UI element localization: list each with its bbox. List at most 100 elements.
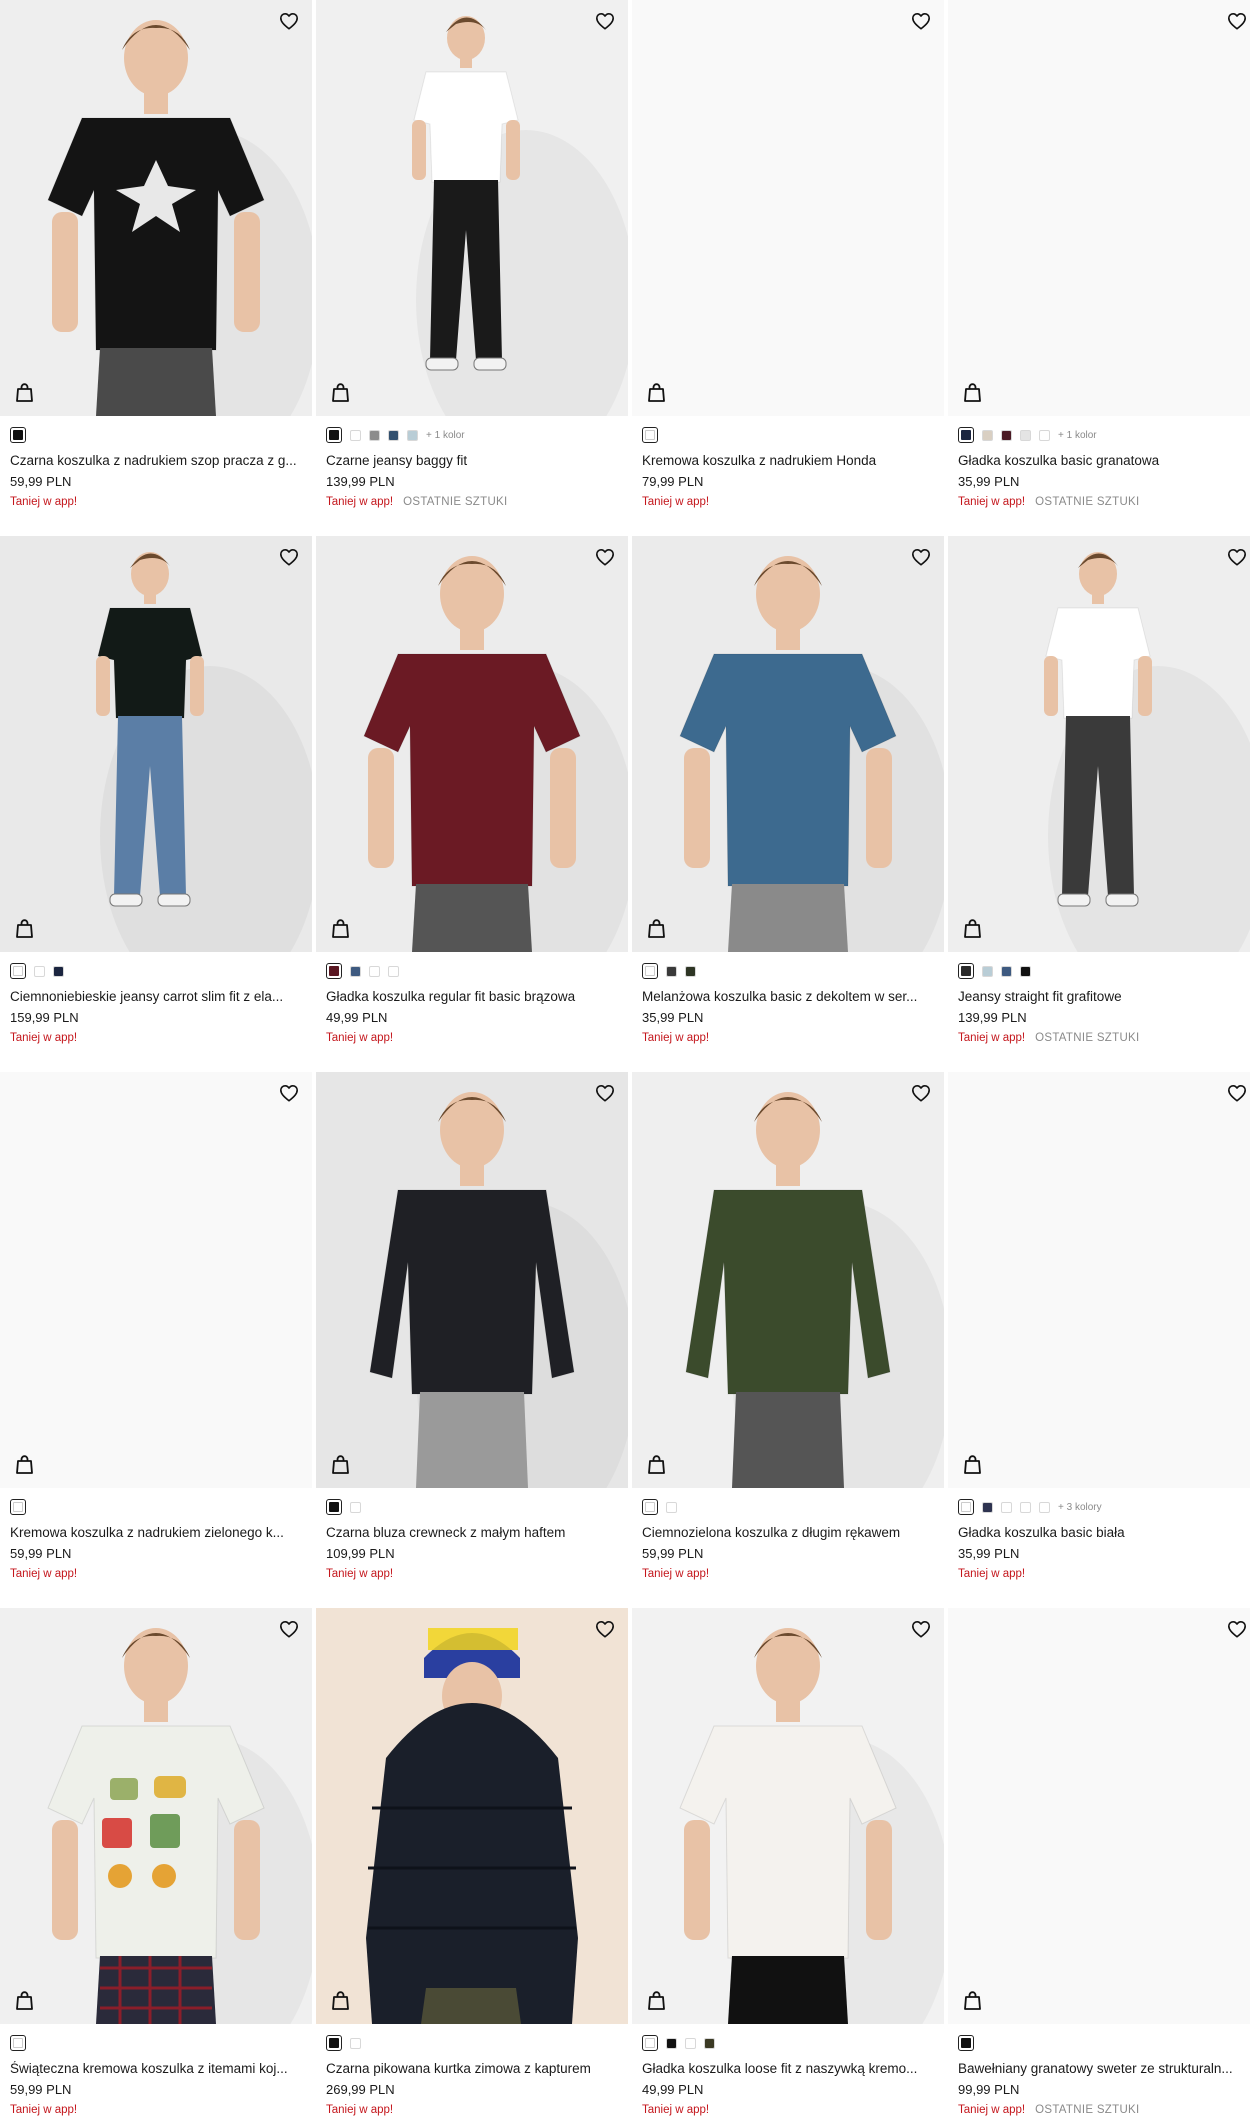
product-image[interactable] <box>316 0 628 416</box>
product-image[interactable] <box>0 536 312 952</box>
product-card[interactable]: Świąteczna kremowa koszulka z itemami ko… <box>0 1608 312 2128</box>
product-name[interactable]: Jeansy straight fit grafitowe <box>958 989 1250 1005</box>
color-swatch[interactable] <box>1039 1501 1050 1513</box>
heart-icon[interactable] <box>1226 1082 1248 1104</box>
color-swatch[interactable] <box>1020 965 1031 977</box>
shopping-bag-icon[interactable] <box>328 1988 352 2012</box>
heart-icon[interactable] <box>910 10 932 32</box>
product-card[interactable]: Ciemnoniebieskie jeansy carrot slim fit … <box>0 536 312 1072</box>
heart-icon[interactable] <box>594 1082 616 1104</box>
color-swatch[interactable] <box>982 965 993 977</box>
color-swatch[interactable] <box>1020 1501 1031 1513</box>
heart-icon[interactable] <box>910 546 932 568</box>
product-image[interactable] <box>632 1072 944 1488</box>
color-swatch-selected[interactable] <box>10 1499 26 1515</box>
shopping-bag-icon[interactable] <box>328 916 352 940</box>
color-swatch[interactable] <box>982 429 993 441</box>
color-swatch[interactable] <box>1001 1501 1012 1513</box>
product-image[interactable] <box>632 536 944 952</box>
shopping-bag-icon[interactable] <box>644 380 668 404</box>
product-card[interactable]: + 1 kolor Gładka koszulka basic granatowa… <box>948 0 1250 536</box>
product-image[interactable] <box>948 1072 1250 1488</box>
color-swatch[interactable] <box>388 429 399 441</box>
product-card[interactable]: Melanżowa koszulka basic z dekoltem w se… <box>632 536 944 1072</box>
color-swatch[interactable] <box>407 429 418 441</box>
product-name[interactable]: Kremowa koszulka z nadrukiem zielonego k… <box>10 1525 302 1541</box>
heart-icon[interactable] <box>278 1082 300 1104</box>
product-name[interactable]: Czarna koszulka z nadrukiem szop pracza … <box>10 453 302 469</box>
product-card[interactable]: Gładka koszulka loose fit z naszywką kre… <box>632 1608 944 2128</box>
color-swatch-selected[interactable] <box>958 1499 974 1515</box>
heart-icon[interactable] <box>278 1618 300 1640</box>
heart-icon[interactable] <box>594 1618 616 1640</box>
shopping-bag-icon[interactable] <box>12 1988 36 2012</box>
color-swatch-selected[interactable] <box>958 427 974 443</box>
heart-icon[interactable] <box>594 546 616 568</box>
product-card[interactable]: + 3 kolory Gładka koszulka basic biała 35,… <box>948 1072 1250 1608</box>
color-swatch[interactable] <box>666 2037 677 2049</box>
product-card[interactable]: Czarna pikowana kurtka zimowa z kapturem… <box>316 1608 628 2128</box>
shopping-bag-icon[interactable] <box>644 916 668 940</box>
color-swatch[interactable] <box>704 2037 715 2049</box>
product-image[interactable] <box>632 0 944 416</box>
product-card[interactable]: + 1 kolor Czarne jeansy baggy fit 139,99 P… <box>316 0 628 536</box>
color-swatch-selected[interactable] <box>642 2035 658 2051</box>
color-swatch[interactable] <box>1039 429 1050 441</box>
product-image[interactable] <box>0 0 312 416</box>
shopping-bag-icon[interactable] <box>12 1452 36 1476</box>
shopping-bag-icon[interactable] <box>328 380 352 404</box>
color-swatch-selected[interactable] <box>642 1499 658 1515</box>
color-swatch-selected[interactable] <box>10 963 26 979</box>
product-name[interactable]: Gładka koszulka loose fit z naszywką kre… <box>642 2061 934 2077</box>
heart-icon[interactable] <box>910 1618 932 1640</box>
heart-icon[interactable] <box>1226 10 1248 32</box>
color-swatch[interactable] <box>388 965 399 977</box>
color-swatch-selected[interactable] <box>958 2035 974 2051</box>
product-card[interactable]: Kremowa koszulka z nadrukiem zielonego k… <box>0 1072 312 1608</box>
color-swatch[interactable] <box>34 965 45 977</box>
color-swatch[interactable] <box>666 1501 677 1513</box>
color-swatch-selected[interactable] <box>326 427 342 443</box>
shopping-bag-icon[interactable] <box>12 380 36 404</box>
product-name[interactable]: Czarne jeansy baggy fit <box>326 453 618 469</box>
product-card[interactable]: Jeansy straight fit grafitowe 139,99 PLN T… <box>948 536 1250 1072</box>
color-swatch[interactable] <box>369 429 380 441</box>
shopping-bag-icon[interactable] <box>960 1452 984 1476</box>
product-image[interactable] <box>316 1608 628 2024</box>
color-swatch[interactable] <box>1020 429 1031 441</box>
color-swatch[interactable] <box>350 965 361 977</box>
color-swatch-selected[interactable] <box>326 2035 342 2051</box>
product-name[interactable]: Ciemnoniebieskie jeansy carrot slim fit … <box>10 989 302 1005</box>
heart-icon[interactable] <box>594 10 616 32</box>
product-name[interactable]: Czarna pikowana kurtka zimowa z kapturem <box>326 2061 618 2077</box>
color-swatch[interactable] <box>685 965 696 977</box>
heart-icon[interactable] <box>1226 1618 1248 1640</box>
product-name[interactable]: Ciemnozielona koszulka z długim rękawem <box>642 1525 934 1541</box>
product-card[interactable]: Kremowa koszulka z nadrukiem Honda 79,99 … <box>632 0 944 536</box>
color-swatch[interactable] <box>369 965 380 977</box>
product-image[interactable] <box>948 1608 1250 2024</box>
shopping-bag-icon[interactable] <box>644 1452 668 1476</box>
color-swatch-selected[interactable] <box>326 1499 342 1515</box>
color-swatch[interactable] <box>685 2037 696 2049</box>
color-swatch-selected[interactable] <box>642 427 658 443</box>
product-name[interactable]: Melanżowa koszulka basic z dekoltem w se… <box>642 989 934 1005</box>
shopping-bag-icon[interactable] <box>644 1988 668 2012</box>
product-name[interactable]: Świąteczna kremowa koszulka z itemami ko… <box>10 2061 302 2077</box>
color-swatch-selected[interactable] <box>958 963 974 979</box>
product-image[interactable] <box>316 536 628 952</box>
product-card[interactable]: Gładka koszulka regular fit basic brązow… <box>316 536 628 1072</box>
product-name[interactable]: Czarna bluza crewneck z małym haftem <box>326 1525 618 1541</box>
shopping-bag-icon[interactable] <box>960 380 984 404</box>
color-swatch[interactable] <box>350 429 361 441</box>
color-swatch[interactable] <box>350 1501 361 1513</box>
color-swatch[interactable] <box>1001 429 1012 441</box>
heart-icon[interactable] <box>278 10 300 32</box>
color-swatch-selected[interactable] <box>326 963 342 979</box>
color-swatch-selected[interactable] <box>10 2035 26 2051</box>
color-swatch[interactable] <box>1001 965 1012 977</box>
product-image[interactable] <box>316 1072 628 1488</box>
color-swatch[interactable] <box>53 965 64 977</box>
product-name[interactable]: Bawełniany granatowy sweter ze struktura… <box>958 2061 1250 2077</box>
product-image[interactable] <box>0 1072 312 1488</box>
